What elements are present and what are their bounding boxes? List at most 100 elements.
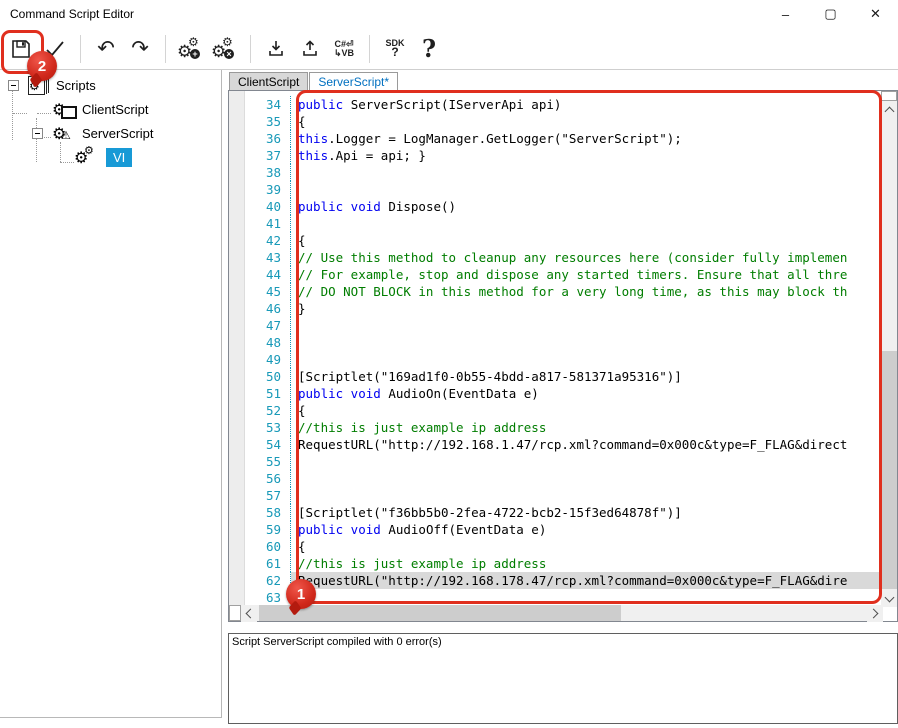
code-text[interactable] [291, 351, 881, 368]
code-text[interactable] [291, 317, 881, 334]
vertical-scrollbar[interactable] [881, 91, 897, 607]
code-text[interactable]: public void AudioOn(EventData e) [291, 385, 881, 402]
tree-item-serverscript[interactable]: ⚙⚠ ServerScript [52, 122, 154, 144]
code-text[interactable]: this.Api = api; } [291, 147, 881, 164]
tree-item-vi[interactable]: ⚙⚙ VI [74, 146, 132, 168]
scroll-left-button[interactable] [241, 605, 257, 622]
code-line[interactable]: 59public void AudioOff(EventData e) [229, 521, 881, 538]
code-text[interactable] [291, 487, 881, 504]
code-line[interactable]: 61//this is just example ip address [229, 555, 881, 572]
code-text[interactable] [291, 470, 881, 487]
code-text[interactable]: } [291, 300, 881, 317]
code-text[interactable]: //this is just example ip address [291, 555, 881, 572]
code-text[interactable]: public void Dispose() [291, 198, 881, 215]
scroll-up-button[interactable] [881, 101, 897, 118]
code-text[interactable] [291, 164, 881, 181]
code-line[interactable]: 60{ [229, 538, 881, 555]
code-line[interactable]: 38 [229, 164, 881, 181]
scrollbar-gripper[interactable] [229, 605, 241, 621]
code-text[interactable]: // Use this method to cleanup any resour… [291, 249, 881, 266]
code-line[interactable]: 35{ [229, 113, 881, 130]
import-button[interactable] [259, 31, 293, 67]
vertical-scroll-thumb[interactable] [881, 351, 897, 589]
maximize-button[interactable]: ▢ [808, 0, 853, 28]
code-text[interactable]: [Scriptlet("169ad1f0-0b55-4bdd-a817-5813… [291, 368, 881, 385]
title-bar: Command Script Editor – ▢ ✕ [0, 0, 898, 28]
csharp-vb-convert-button[interactable]: C#⏎ ↳VB [327, 31, 361, 67]
help-button[interactable]: ? [412, 31, 446, 67]
code-segment: this [298, 148, 328, 163]
code-text[interactable]: public ServerScript(IServerApi api) [291, 96, 881, 113]
code-text[interactable] [291, 453, 881, 470]
code-text[interactable]: { [291, 113, 881, 130]
minimize-button[interactable]: – [763, 0, 808, 28]
line-number: 39 [229, 181, 291, 198]
code-text[interactable]: } [291, 589, 881, 606]
code-text[interactable] [291, 181, 881, 198]
tab-serverscript[interactable]: ServerScript* [309, 72, 398, 91]
code-text[interactable]: this.Logger = LogManager.GetLogger("Serv… [291, 130, 881, 147]
code-text[interactable]: RequestURL("http://192.168.1.47/rcp.xml?… [291, 436, 881, 453]
code-segment: [Scriptlet("f36bb5b0-2fea-4722-bcb2-15f3… [298, 505, 682, 520]
code-line[interactable]: 42{ [229, 232, 881, 249]
code-line[interactable]: 50[Scriptlet("169ad1f0-0b55-4bdd-a817-58… [229, 368, 881, 385]
annotation-badge-1: 1 [286, 579, 316, 609]
code-line[interactable]: 49 [229, 351, 881, 368]
code-text[interactable]: // For example, stop and dispose any sta… [291, 266, 881, 283]
code-text[interactable]: [Scriptlet("f36bb5b0-2fea-4722-bcb2-15f3… [291, 504, 881, 521]
vi-script-icon: ⚙⚙ [74, 146, 98, 168]
code-line[interactable]: 40public void Dispose() [229, 198, 881, 215]
code-line[interactable]: 48 [229, 334, 881, 351]
code-line[interactable]: 34public ServerScript(IServerApi api) [229, 96, 881, 113]
horizontal-scroll-thumb[interactable] [259, 605, 621, 621]
remove-script-button[interactable]: ⚙ ⚙ × [208, 31, 242, 67]
collapse-toggle-serverscript[interactable] [32, 128, 43, 139]
tree-item-clientscript[interactable]: ⚙ ClientScript [52, 98, 148, 120]
sdk-help-button[interactable]: SDK ? [378, 31, 412, 67]
code-line[interactable]: 58[Scriptlet("f36bb5b0-2fea-4722-bcb2-15… [229, 504, 881, 521]
code-editor[interactable]: 34public ServerScript(IServerApi api)35{… [228, 90, 898, 622]
code-line[interactable]: 45// DO NOT BLOCK in this method for a v… [229, 283, 881, 300]
code-lines[interactable]: 34public ServerScript(IServerApi api)35{… [229, 91, 881, 606]
code-line[interactable]: 44// For example, stop and dispose any s… [229, 266, 881, 283]
code-text[interactable] [291, 215, 881, 232]
code-text[interactable]: //this is just example ip address [291, 419, 881, 436]
code-text[interactable]: public void AudioOff(EventData e) [291, 521, 881, 538]
code-line[interactable]: 36this.Logger = LogManager.GetLogger("Se… [229, 130, 881, 147]
code-line[interactable]: 63} [229, 589, 881, 606]
code-line[interactable]: 41 [229, 215, 881, 232]
scroll-right-button[interactable] [867, 605, 883, 622]
code-line[interactable]: 53//this is just example ip address [229, 419, 881, 436]
compile-status-panel: Script ServerScript compiled with 0 erro… [228, 633, 898, 724]
code-text[interactable]: // DO NOT BLOCK in this method for a ver… [291, 283, 881, 300]
code-text[interactable]: RequestURL("http://192.168.178.47/rcp.xm… [291, 572, 881, 589]
code-line[interactable]: 62RequestURL("http://192.168.178.47/rcp.… [229, 572, 881, 589]
code-line[interactable]: 54RequestURL("http://192.168.1.47/rcp.xm… [229, 436, 881, 453]
code-line[interactable]: 55 [229, 453, 881, 470]
collapse-toggle-scripts[interactable] [8, 80, 19, 91]
scroll-down-button[interactable] [881, 590, 897, 607]
close-button[interactable]: ✕ [853, 0, 898, 28]
code-line[interactable]: 52{ [229, 402, 881, 419]
code-line[interactable]: 39 [229, 181, 881, 198]
undo-button[interactable]: ↶ [89, 31, 123, 67]
code-text[interactable] [291, 334, 881, 351]
export-button[interactable] [293, 31, 327, 67]
code-line[interactable]: 57 [229, 487, 881, 504]
tab-clientscript[interactable]: ClientScript [229, 72, 308, 91]
scrollbar-splitter[interactable] [881, 91, 897, 101]
code-line[interactable]: 56 [229, 470, 881, 487]
code-text[interactable]: { [291, 232, 881, 249]
add-script-button[interactable]: ⚙ ⚙ + [174, 31, 208, 67]
line-number: 47 [229, 317, 291, 334]
code-line[interactable]: 43// Use this method to cleanup any reso… [229, 249, 881, 266]
code-line[interactable]: 47 [229, 317, 881, 334]
code-line[interactable]: 46} [229, 300, 881, 317]
tree-item-label: ServerScript [82, 126, 154, 141]
horizontal-scrollbar[interactable] [229, 605, 883, 621]
code-line[interactable]: 37this.Api = api; } [229, 147, 881, 164]
code-text[interactable]: { [291, 402, 881, 419]
code-line[interactable]: 51public void AudioOn(EventData e) [229, 385, 881, 402]
code-text[interactable]: { [291, 538, 881, 555]
redo-button[interactable]: ↷ [123, 31, 157, 67]
